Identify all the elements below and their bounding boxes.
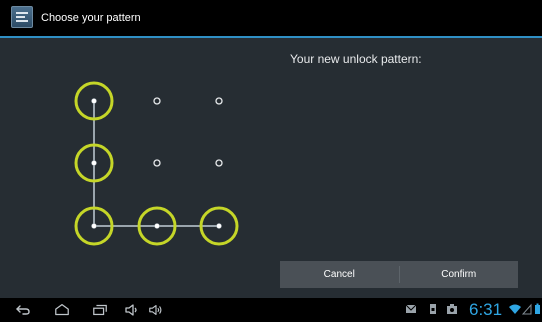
pattern-cell-3[interactable] — [215, 97, 223, 105]
battery-icon — [535, 303, 540, 314]
home-icon[interactable] — [54, 302, 70, 318]
page-title: Choose your pattern — [41, 12, 141, 24]
screen: Choose your pattern Your new unlock patt… — [0, 0, 542, 322]
button-bar: Cancel Confirm — [280, 261, 518, 288]
recent-apps-icon[interactable] — [92, 302, 108, 318]
pattern-area — [0, 38, 542, 298]
sd-card-icon — [430, 304, 436, 314]
volume-down-icon[interactable] — [124, 302, 140, 318]
pattern-cell-6[interactable] — [215, 159, 223, 167]
signal-icon — [522, 303, 532, 315]
wifi-icon — [509, 304, 521, 314]
pattern-grid[interactable] — [0, 38, 542, 298]
settings-app-icon — [11, 6, 33, 28]
pattern-cell-2[interactable] — [153, 97, 161, 105]
volume-up-icon[interactable] — [148, 302, 164, 318]
pattern-cell-5[interactable] — [153, 159, 161, 167]
confirm-button[interactable]: Confirm — [400, 261, 519, 288]
system-bar: 6:31 — [0, 298, 542, 322]
gmail-icon — [405, 304, 417, 313]
screenshot-icon — [447, 304, 457, 314]
title-bar: Choose your pattern — [0, 0, 542, 36]
status-clock: 6:31 — [469, 300, 503, 319]
cancel-button[interactable]: Cancel — [280, 261, 399, 288]
back-icon[interactable] — [15, 302, 31, 318]
pattern-header-text: Your new unlock pattern: — [290, 52, 422, 66]
